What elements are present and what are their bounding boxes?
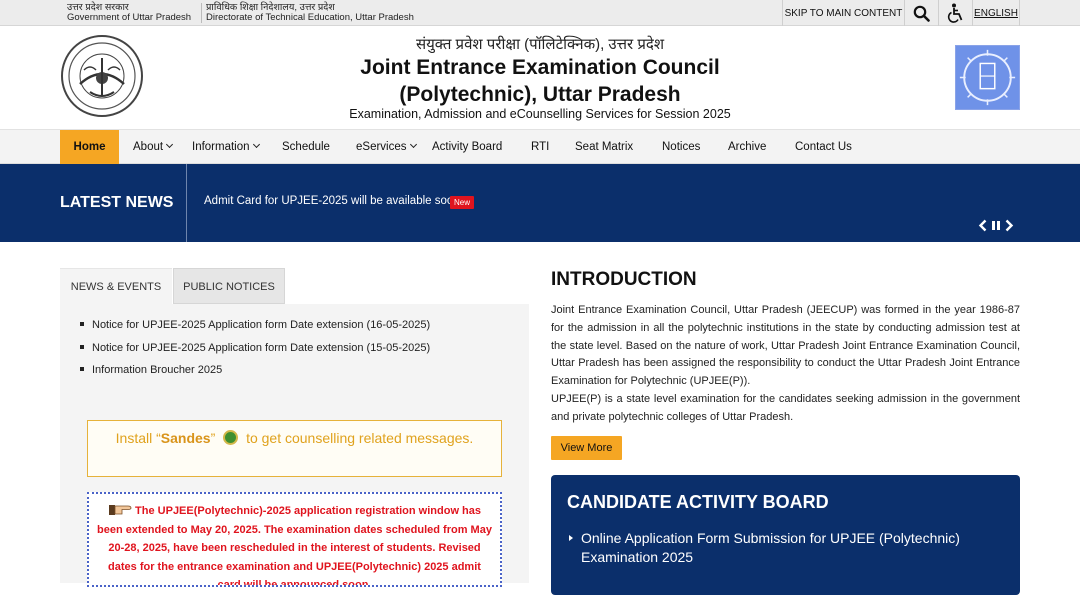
- accessibility-button[interactable]: [938, 0, 972, 26]
- gov-up-label: उत्तर प्रदेश सरकार Government of Uttar P…: [67, 3, 203, 23]
- activity-board-item[interactable]: Online Application Form Submission for U…: [569, 529, 1001, 567]
- chevron-down-icon: [166, 140, 174, 149]
- intro-paragraph-2: UPJEE(P) is a state level examination fo…: [551, 392, 1020, 423]
- nav-contact-us[interactable]: Contact Us: [795, 130, 852, 164]
- nav-home[interactable]: Home: [60, 130, 119, 164]
- chevron-down-icon: [409, 140, 417, 149]
- page-title: Joint Entrance Examination Council (Poly…: [0, 54, 1080, 108]
- sandes-install-box[interactable]: Install “Sandes” to get counselling rela…: [87, 420, 502, 477]
- search-button[interactable]: [904, 0, 938, 26]
- nav-eservices[interactable]: eServices: [356, 130, 417, 164]
- sandes-quote: ”: [210, 430, 216, 446]
- latest-news-label: LATEST NEWS: [60, 164, 187, 242]
- dept-label: प्राविधिक शिक्षा निदेशालय, उत्तर प्रदेश …: [206, 3, 414, 23]
- pointing-hand-icon: [108, 505, 132, 515]
- chevron-left-icon[interactable]: [978, 219, 987, 232]
- main-nav: Home About Information Schedule eService…: [0, 130, 1080, 164]
- notice-list: Notice for UPJEE-2025 Application form D…: [80, 318, 430, 386]
- skip-to-main-link[interactable]: SKIP TO MAIN CONTENT: [782, 0, 904, 26]
- language-switch[interactable]: ENGLISH: [972, 0, 1020, 26]
- activity-board-heading: CANDIDATE ACTIVITY BOARD: [567, 492, 829, 512]
- title-line-1: Joint Entrance Examination Council: [360, 56, 720, 79]
- topbar-tools: SKIP TO MAIN CONTENT ENGLISH: [782, 0, 1020, 26]
- latest-news-bar: LATEST NEWS Admit Card for UPJEE-2025 wi…: [0, 164, 1080, 242]
- accessibility-icon: [947, 3, 962, 23]
- exam-alert-text: The UPJEE(Polytechnic)-2025 application …: [97, 505, 492, 587]
- nav-eservices-label: eServices: [356, 141, 407, 153]
- nav-about[interactable]: About: [133, 130, 174, 164]
- tab-public-notices[interactable]: PUBLIC NOTICES: [173, 268, 285, 304]
- dept-english-text: Directorate of Technical Education, Utta…: [206, 12, 414, 23]
- new-badge: New: [450, 196, 475, 209]
- site-header: संयुक्त प्रवेश परीक्षा (पॉलिटेक्निक), उत…: [0, 26, 1080, 130]
- notice-item[interactable]: Information Broucher 2025: [80, 363, 430, 386]
- tab-news-events[interactable]: NEWS & EVENTS: [60, 268, 172, 304]
- sandes-rest: to get counselling related messages.: [246, 430, 474, 446]
- nav-archive[interactable]: Archive: [728, 130, 766, 164]
- ticker-controls: [978, 219, 1014, 232]
- header-hindi-title: संयुक्त प्रवेश परीक्षा (पॉलिटेक्निक), उत…: [415, 36, 665, 53]
- nav-information-label: Information: [192, 141, 250, 153]
- sandes-prefix: Install “: [115, 430, 161, 446]
- chevron-down-icon: [252, 140, 260, 149]
- pause-icon[interactable]: [991, 220, 1001, 231]
- view-more-button[interactable]: View More: [551, 436, 622, 460]
- nav-seat-matrix[interactable]: Seat Matrix: [575, 130, 633, 164]
- news-ticker-item[interactable]: Admit Card for UPJEE-2025 will be availa…: [204, 195, 463, 207]
- sandes-app-name: Sandes: [160, 430, 211, 446]
- candidate-activity-board: CANDIDATE ACTIVITY BOARD Online Applicat…: [551, 475, 1020, 595]
- nav-about-label: About: [133, 141, 164, 153]
- nav-schedule[interactable]: Schedule: [282, 130, 330, 164]
- header-subtitle: Examination, Admission and eCounselling …: [349, 107, 731, 121]
- notice-item[interactable]: Notice for UPJEE-2025 Application form D…: [80, 341, 430, 364]
- nav-information[interactable]: Information: [192, 130, 260, 164]
- title-line-2: (Polytechnic), Uttar Pradesh: [399, 83, 681, 106]
- intro-text: Joint Entrance Examination Council, Utta…: [551, 302, 1020, 427]
- nav-notices[interactable]: Notices: [662, 130, 700, 164]
- nav-activity-board[interactable]: Activity Board: [432, 130, 502, 164]
- gov-english-text: Government of Uttar Pradesh: [67, 12, 192, 23]
- intro-heading: INTRODUCTION: [551, 269, 697, 290]
- news-panel: Notice for UPJEE-2025 Application form D…: [60, 304, 529, 587]
- search-icon: [913, 5, 930, 22]
- notice-item[interactable]: Notice for UPJEE-2025 Application form D…: [80, 318, 430, 341]
- top-bar: उत्तर प्रदेश सरकार Government of Uttar P…: [0, 0, 1080, 26]
- jeec-logo-icon[interactable]: [955, 45, 1020, 110]
- sandes-logo-icon: [223, 430, 239, 445]
- nav-rti[interactable]: RTI: [531, 130, 549, 164]
- chevron-right-icon[interactable]: [1005, 219, 1014, 232]
- exam-alert-box: The UPJEE(Polytechnic)-2025 application …: [87, 492, 502, 587]
- intro-paragraph-1: Joint Entrance Examination Council, Utta…: [551, 304, 1020, 388]
